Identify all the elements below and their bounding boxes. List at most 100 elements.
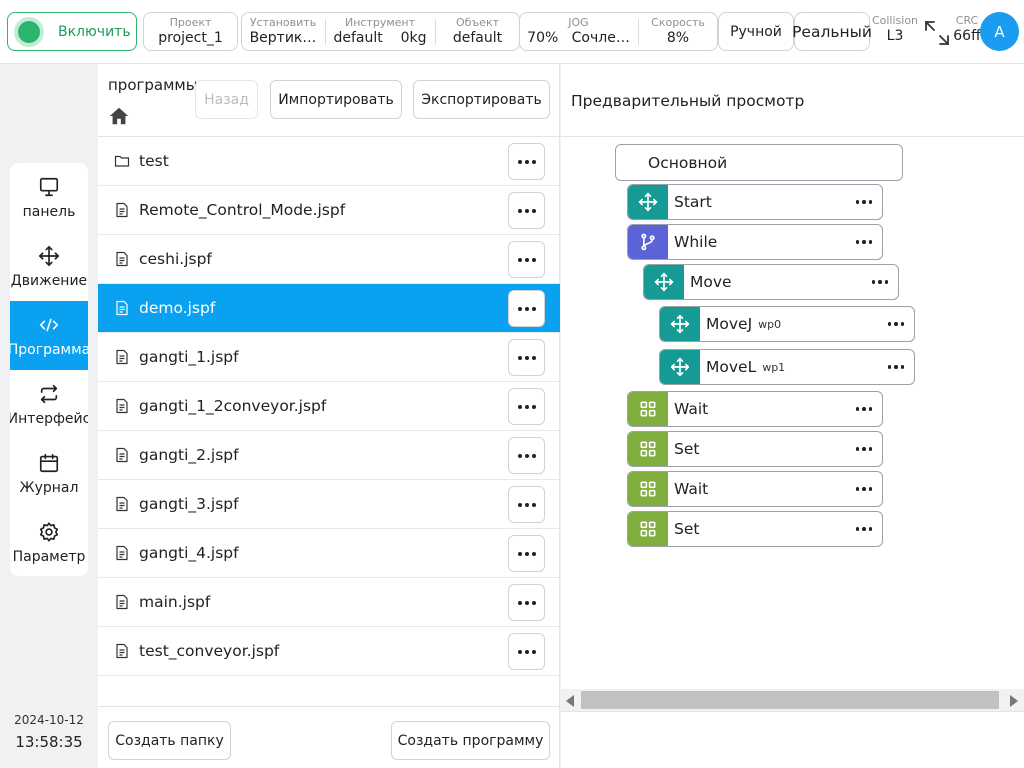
tree-node-wait[interactable]: Wait: [627, 471, 883, 507]
nav-item-dashboard[interactable]: панель: [10, 163, 88, 232]
more-icon: [517, 600, 536, 605]
file-row-folder[interactable]: test: [98, 137, 560, 186]
node-more-button[interactable]: [855, 487, 872, 491]
node-more-button[interactable]: [855, 527, 872, 531]
branch-icon: [641, 233, 655, 251]
file-row[interactable]: main.jspf: [98, 578, 560, 627]
more-options-button[interactable]: [508, 388, 545, 425]
top-bar: Включить Проект project_1 Установить Вер…: [0, 0, 1024, 64]
more-icon: [517, 453, 536, 458]
file-row[interactable]: ceshi.jspf: [98, 235, 560, 284]
back-button[interactable]: Назад: [195, 80, 258, 119]
expand-icon[interactable]: [921, 17, 953, 49]
more-options-button[interactable]: [508, 535, 545, 572]
document-icon: [116, 202, 128, 218]
side-nav: панель Движение Программа Интерфейс Журн…: [10, 163, 88, 576]
jog-selector[interactable]: JOG 70% Сочле…: [520, 13, 637, 50]
more-options-button[interactable]: [508, 290, 545, 327]
back-label: Назад: [204, 91, 249, 108]
project-selector[interactable]: Проект project_1: [143, 12, 238, 51]
more-options-button[interactable]: [508, 584, 545, 621]
more-options-button[interactable]: [508, 143, 545, 180]
crc-value: 66ff: [953, 28, 981, 44]
node-more-button[interactable]: [855, 200, 872, 204]
scrollbar-thumb[interactable]: [581, 691, 999, 709]
file-row[interactable]: gangti_2.jspf: [98, 431, 560, 480]
tree-node-set[interactable]: Set: [627, 511, 883, 547]
file-row[interactable]: gangti_4.jspf: [98, 529, 560, 578]
import-button[interactable]: Импортировать: [270, 80, 402, 119]
object-selector[interactable]: Объект default: [436, 13, 519, 50]
nav-item-program[interactable]: Программа: [10, 301, 88, 370]
manual-mode-label: Ручной: [730, 23, 782, 40]
nav-item-log[interactable]: Журнал: [10, 439, 88, 508]
user-avatar[interactable]: A: [980, 12, 1019, 51]
nav-item-motion[interactable]: Движение: [10, 232, 88, 301]
nav-label: Интерфейс: [10, 410, 88, 427]
preview-footer: [561, 711, 1024, 768]
node-icon-box: [628, 512, 668, 546]
tool-selector[interactable]: Инструмент default 0kg: [326, 13, 434, 50]
create-folder-button[interactable]: Создать папку: [108, 721, 231, 760]
gear-icon: [39, 521, 59, 542]
more-icon: [871, 280, 888, 284]
manual-mode-button[interactable]: Ручной: [718, 12, 794, 51]
install-selector[interactable]: Установить Вертик…: [242, 13, 324, 50]
node-more-button[interactable]: [887, 365, 904, 369]
document-icon: [116, 349, 128, 365]
more-options-button[interactable]: [508, 192, 545, 229]
real-mode-button[interactable]: Реальный: [792, 12, 872, 51]
more-options-button[interactable]: [508, 633, 545, 670]
node-more-button[interactable]: [871, 280, 888, 284]
tree-node-set[interactable]: Set: [627, 431, 883, 467]
tree-node-movej[interactable]: MoveJ wp0: [659, 306, 915, 342]
file-name: gangti_1_2conveyor.jspf: [139, 397, 327, 415]
more-options-button[interactable]: [508, 339, 545, 376]
more-icon: [855, 447, 872, 451]
create-folder-label: Создать папку: [115, 732, 224, 749]
scroll-left-arrow-icon[interactable]: [566, 695, 574, 707]
jog-speed-group: JOG 70% Сочле… Скорость 8%: [519, 12, 718, 51]
node-more-button[interactable]: [855, 240, 872, 244]
node-icon-box: [660, 350, 700, 384]
file-row-selected[interactable]: demo.jspf: [98, 284, 560, 333]
tree-node-while[interactable]: While: [627, 224, 883, 260]
node-more-button[interactable]: [855, 407, 872, 411]
home-icon[interactable]: [108, 105, 130, 127]
file-row[interactable]: gangti_1.jspf: [98, 333, 560, 382]
nav-item-settings[interactable]: Параметр: [10, 508, 88, 576]
export-button[interactable]: Экспортировать: [413, 80, 550, 119]
document-icon: [116, 447, 128, 463]
node-more-button[interactable]: [855, 447, 872, 451]
scroll-right-arrow-icon[interactable]: [1010, 695, 1018, 707]
tree-node-move[interactable]: Move: [643, 264, 899, 300]
more-options-button[interactable]: [508, 241, 545, 278]
nav-item-interface[interactable]: Интерфейс: [10, 370, 88, 439]
power-on-button[interactable]: Включить: [7, 12, 137, 51]
more-options-button[interactable]: [508, 437, 545, 474]
grid-icon: [640, 481, 656, 497]
file-name: test: [139, 152, 169, 170]
tree-node-wait[interactable]: Wait: [627, 391, 883, 427]
tree-node-movel[interactable]: MoveL wp1: [659, 349, 915, 385]
create-program-button[interactable]: Создать программу: [391, 721, 550, 760]
more-icon: [517, 159, 536, 164]
node-more-button[interactable]: [887, 322, 904, 326]
speed-selector[interactable]: Скорость 8%: [639, 13, 717, 50]
file-row[interactable]: gangti_1_2conveyor.jspf: [98, 382, 560, 431]
collision-indicator[interactable]: Collision L3: [870, 14, 920, 44]
more-options-button[interactable]: [508, 486, 545, 523]
more-icon: [517, 208, 536, 213]
grid-icon: [640, 401, 656, 417]
more-icon: [517, 257, 536, 262]
tree-root-node[interactable]: Основной: [615, 144, 903, 181]
file-row[interactable]: Remote_Control_Mode.jspf: [98, 186, 560, 235]
file-row[interactable]: test_conveyor.jspf: [98, 627, 560, 676]
file-row[interactable]: gangti_3.jspf: [98, 480, 560, 529]
horizontal-scrollbar[interactable]: [561, 689, 1024, 711]
tree-node-start[interactable]: Start: [627, 184, 883, 220]
preview-header: Предварительный просмотр: [561, 64, 1024, 137]
node-icon-box: [644, 265, 684, 299]
calendar-icon: [39, 453, 59, 472]
file-name: test_conveyor.jspf: [139, 642, 280, 660]
